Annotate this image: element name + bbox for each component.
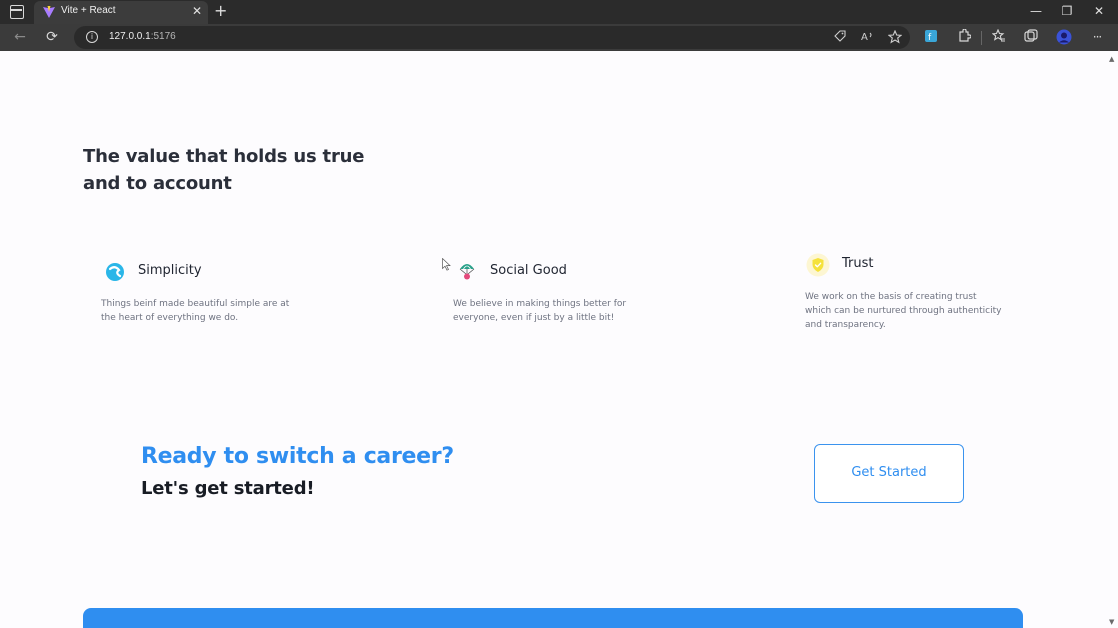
close-window-button[interactable]: ✕ xyxy=(1089,3,1109,19)
tab-actions-menu-icon[interactable] xyxy=(10,5,24,19)
page-viewport: The value that holds us true and to acco… xyxy=(0,51,1118,628)
values-heading: The value that holds us true and to acco… xyxy=(83,146,365,194)
value-desc-social-good: We believe in making things better for e… xyxy=(453,299,627,323)
new-tab-button[interactable]: + xyxy=(214,2,227,20)
scroll-up-icon[interactable]: ▲ xyxy=(1109,55,1114,63)
page-scrollbar[interactable]: ▲ ▼ xyxy=(1106,51,1118,628)
toolbar-separator xyxy=(981,31,982,45)
minimize-button[interactable]: — xyxy=(1026,3,1046,19)
mouse-cursor-icon xyxy=(442,258,451,271)
url-host: 127.0.0.1 xyxy=(109,31,151,42)
read-aloud-icon[interactable]: A xyxy=(860,30,876,46)
value-desc-simplicity: Things beinf made beautiful simple are a… xyxy=(101,299,290,323)
vite-logo-icon xyxy=(43,6,55,18)
reload-button[interactable]: ⟳ xyxy=(43,28,61,46)
browser-tab-bar: Vite + React ✕ + — ❐ ✕ xyxy=(0,0,1118,24)
favorite-add-icon[interactable] xyxy=(887,29,903,48)
address-bar[interactable]: i 127.0.0.1:5176 A xyxy=(74,26,910,49)
site-info-icon[interactable]: i xyxy=(86,31,98,43)
svg-text:A: A xyxy=(861,32,868,42)
value-desc-trust: We work on the basis of creating trust w… xyxy=(805,292,1002,330)
value-title-social-good: Social Good xyxy=(490,263,567,278)
profile-avatar[interactable] xyxy=(1056,29,1072,45)
shield-check-icon xyxy=(806,253,830,277)
extension-app-icon[interactable]: f xyxy=(923,29,939,45)
footer-banner xyxy=(83,608,1023,628)
url-port: :5176 xyxy=(150,31,176,42)
cta-title: Ready to switch a career? xyxy=(141,444,454,469)
favorites-icon[interactable] xyxy=(991,28,1007,45)
tab-title: Vite + React xyxy=(61,5,116,16)
cta-subtitle: Let's get started! xyxy=(141,478,315,499)
restore-button[interactable]: ❐ xyxy=(1057,3,1077,19)
value-title-trust: Trust xyxy=(842,256,874,271)
get-started-button[interactable]: Get Started xyxy=(814,444,964,503)
extensions-icon[interactable] xyxy=(956,28,972,45)
value-title-simplicity: Simplicity xyxy=(138,263,202,278)
parachute-icon xyxy=(459,264,475,280)
browser-toolbar: ← ⟳ i 127.0.0.1:5176 A f ··· xyxy=(0,24,1118,51)
url-text[interactable]: 127.0.0.1:5176 xyxy=(109,31,176,42)
collections-icon[interactable] xyxy=(1023,29,1039,45)
tab-close-icon[interactable]: ✕ xyxy=(192,4,202,18)
back-button[interactable]: ← xyxy=(11,28,29,46)
browser-tab[interactable]: Vite + React ✕ xyxy=(34,1,208,24)
tag-icon[interactable] xyxy=(832,30,848,46)
simplicity-icon xyxy=(106,263,124,281)
more-icon[interactable]: ··· xyxy=(1089,29,1105,45)
scroll-down-icon[interactable]: ▼ xyxy=(1109,618,1114,626)
